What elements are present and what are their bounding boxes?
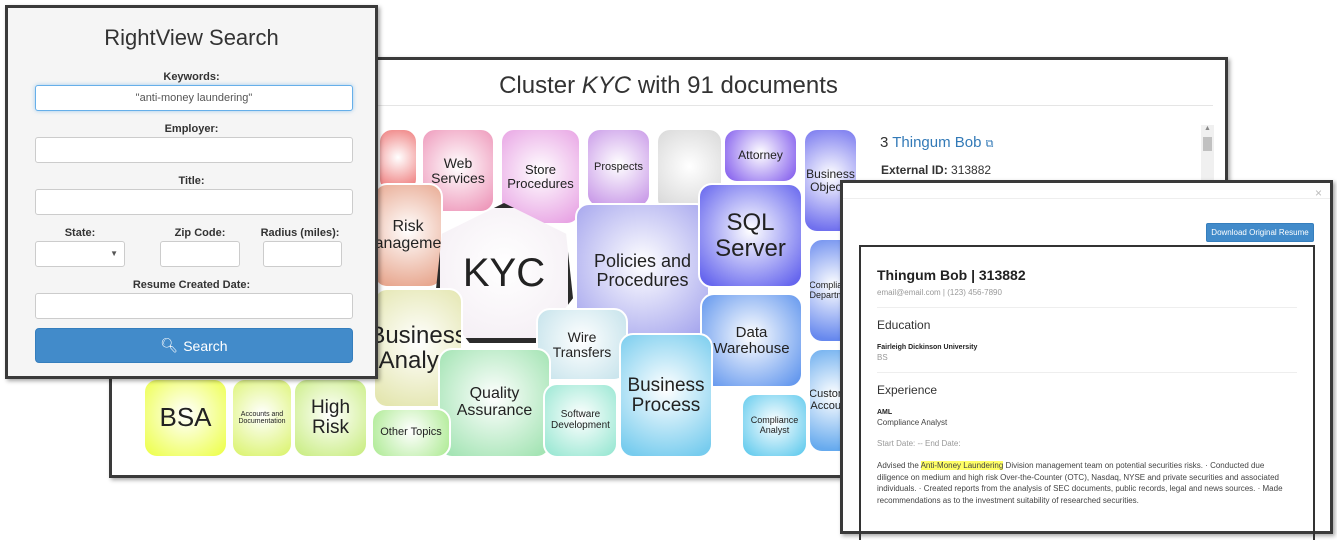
download-resume-button[interactable]: Download Original Resume <box>1206 223 1314 242</box>
search-button[interactable]: 🔍︎ Search <box>35 328 353 363</box>
scrollbar-thumb[interactable] <box>1203 137 1212 151</box>
employer: AML <box>877 409 893 416</box>
cluster-cell[interactable]: Risk Management <box>373 183 443 288</box>
external-id: External ID: 313882 <box>881 163 992 177</box>
search-title: RightView Search <box>104 25 279 50</box>
cluster-cell-label: Data Warehouse <box>713 323 790 357</box>
keyword-highlight: Anti-Money Laundering <box>920 461 1004 470</box>
cluster-cell-label: Web Services <box>431 154 485 186</box>
cluster-cell-label: Other Topics <box>380 426 442 439</box>
experience-heading: Experience <box>877 383 938 397</box>
title-label: Title: <box>178 175 205 187</box>
date-input[interactable] <box>35 293 353 319</box>
radius-input[interactable] <box>263 241 342 267</box>
scrollbar[interactable]: ▲ <box>1201 125 1214 185</box>
cluster-cell[interactable]: SQL Server <box>698 183 803 288</box>
cluster-cell-label: Store Procedures <box>507 161 574 191</box>
cluster-cell[interactable]: Compliance Analyst <box>741 393 808 458</box>
title-input[interactable] <box>35 189 353 215</box>
cluster-cell-label: Compliance Analyst <box>750 415 799 435</box>
cluster-cell-label: Business Process <box>627 374 705 416</box>
zip-label: Zip Code: <box>174 227 226 239</box>
keywords-input[interactable]: "anti-money laundering" <box>35 85 353 111</box>
school: Fairleigh Dickinson University <box>877 344 978 351</box>
job-description: Advised the Anti-Money Laundering Divisi… <box>877 461 1283 505</box>
job-title: Compliance Analyst <box>877 418 948 427</box>
zip-input[interactable] <box>160 241 240 267</box>
cluster-cell-label: Quality Assurance <box>456 385 533 419</box>
cluster-cell-label: BSA <box>159 402 212 433</box>
cluster-cell-label: Risk Management <box>374 217 442 252</box>
state-select[interactable]: ▼ <box>35 241 125 267</box>
cluster-cell[interactable]: Data Warehouse <box>700 293 803 388</box>
contact-info: email@email.com | (123) 456-7890 <box>877 288 1002 297</box>
cluster-cell-label: Policies and Procedures <box>593 250 692 290</box>
search-panel: RightView Search Keywords: "anti-money l… <box>5 5 378 379</box>
cluster-cell-label: Software Development <box>551 409 610 431</box>
cluster-cell[interactable]: Quality Assurance <box>438 348 551 458</box>
divider <box>843 198 1330 199</box>
date-label: Resume Created Date: <box>132 279 251 291</box>
cluster-cell-label: High Risk <box>310 397 351 438</box>
cluster-cell[interactable]: Business Process <box>619 333 713 458</box>
cluster-cell-label: Wire Transfers <box>552 328 612 360</box>
cluster-cell[interactable]: Accounts and Documentation <box>231 378 293 458</box>
employer-input[interactable] <box>35 137 353 163</box>
degree: BS <box>877 353 888 362</box>
cluster-cell[interactable]: High Risk <box>293 378 368 458</box>
keywords-label: Keywords: <box>163 71 220 83</box>
cluster-cell[interactable]: Other Topics <box>371 408 451 458</box>
job-dates: Start Date: -- End Date: <box>877 439 961 448</box>
education-heading: Education <box>877 318 931 332</box>
resume-modal: × Download Original Resume Thingum Bob |… <box>840 180 1333 540</box>
cluster-cell-label: Attorney <box>738 148 783 163</box>
resume-header: Thingum Bob | 313882 <box>877 267 1026 283</box>
radius-label: Radius (miles): <box>260 227 340 239</box>
candidate-link[interactable]: Thingum Bob <box>892 134 981 151</box>
cluster-cell[interactable]: Attorney <box>723 128 798 183</box>
result-heading: 3 Thingum Bob ⧉ <box>880 134 994 151</box>
cluster-cell-label: Prospects <box>594 161 643 174</box>
cluster-cell-label: Accounts and Documentation <box>238 410 286 425</box>
resume-document: Thingum Bob | 313882 email@email.com | (… <box>859 245 1315 540</box>
cluster-cell[interactable]: BSA <box>143 378 228 458</box>
cluster-cell-label: SQL Server <box>715 209 786 262</box>
external-link-icon[interactable]: ⧉ <box>986 138 994 150</box>
cluster-cell[interactable]: Prospects <box>586 128 651 208</box>
employer-label: Employer: <box>164 123 219 135</box>
cluster-cell[interactable]: Software Development <box>543 383 618 458</box>
cluster-cell-label: KYC <box>462 251 546 295</box>
magnifier-icon: 🔍︎ <box>160 337 179 353</box>
state-label: State: <box>64 227 96 239</box>
